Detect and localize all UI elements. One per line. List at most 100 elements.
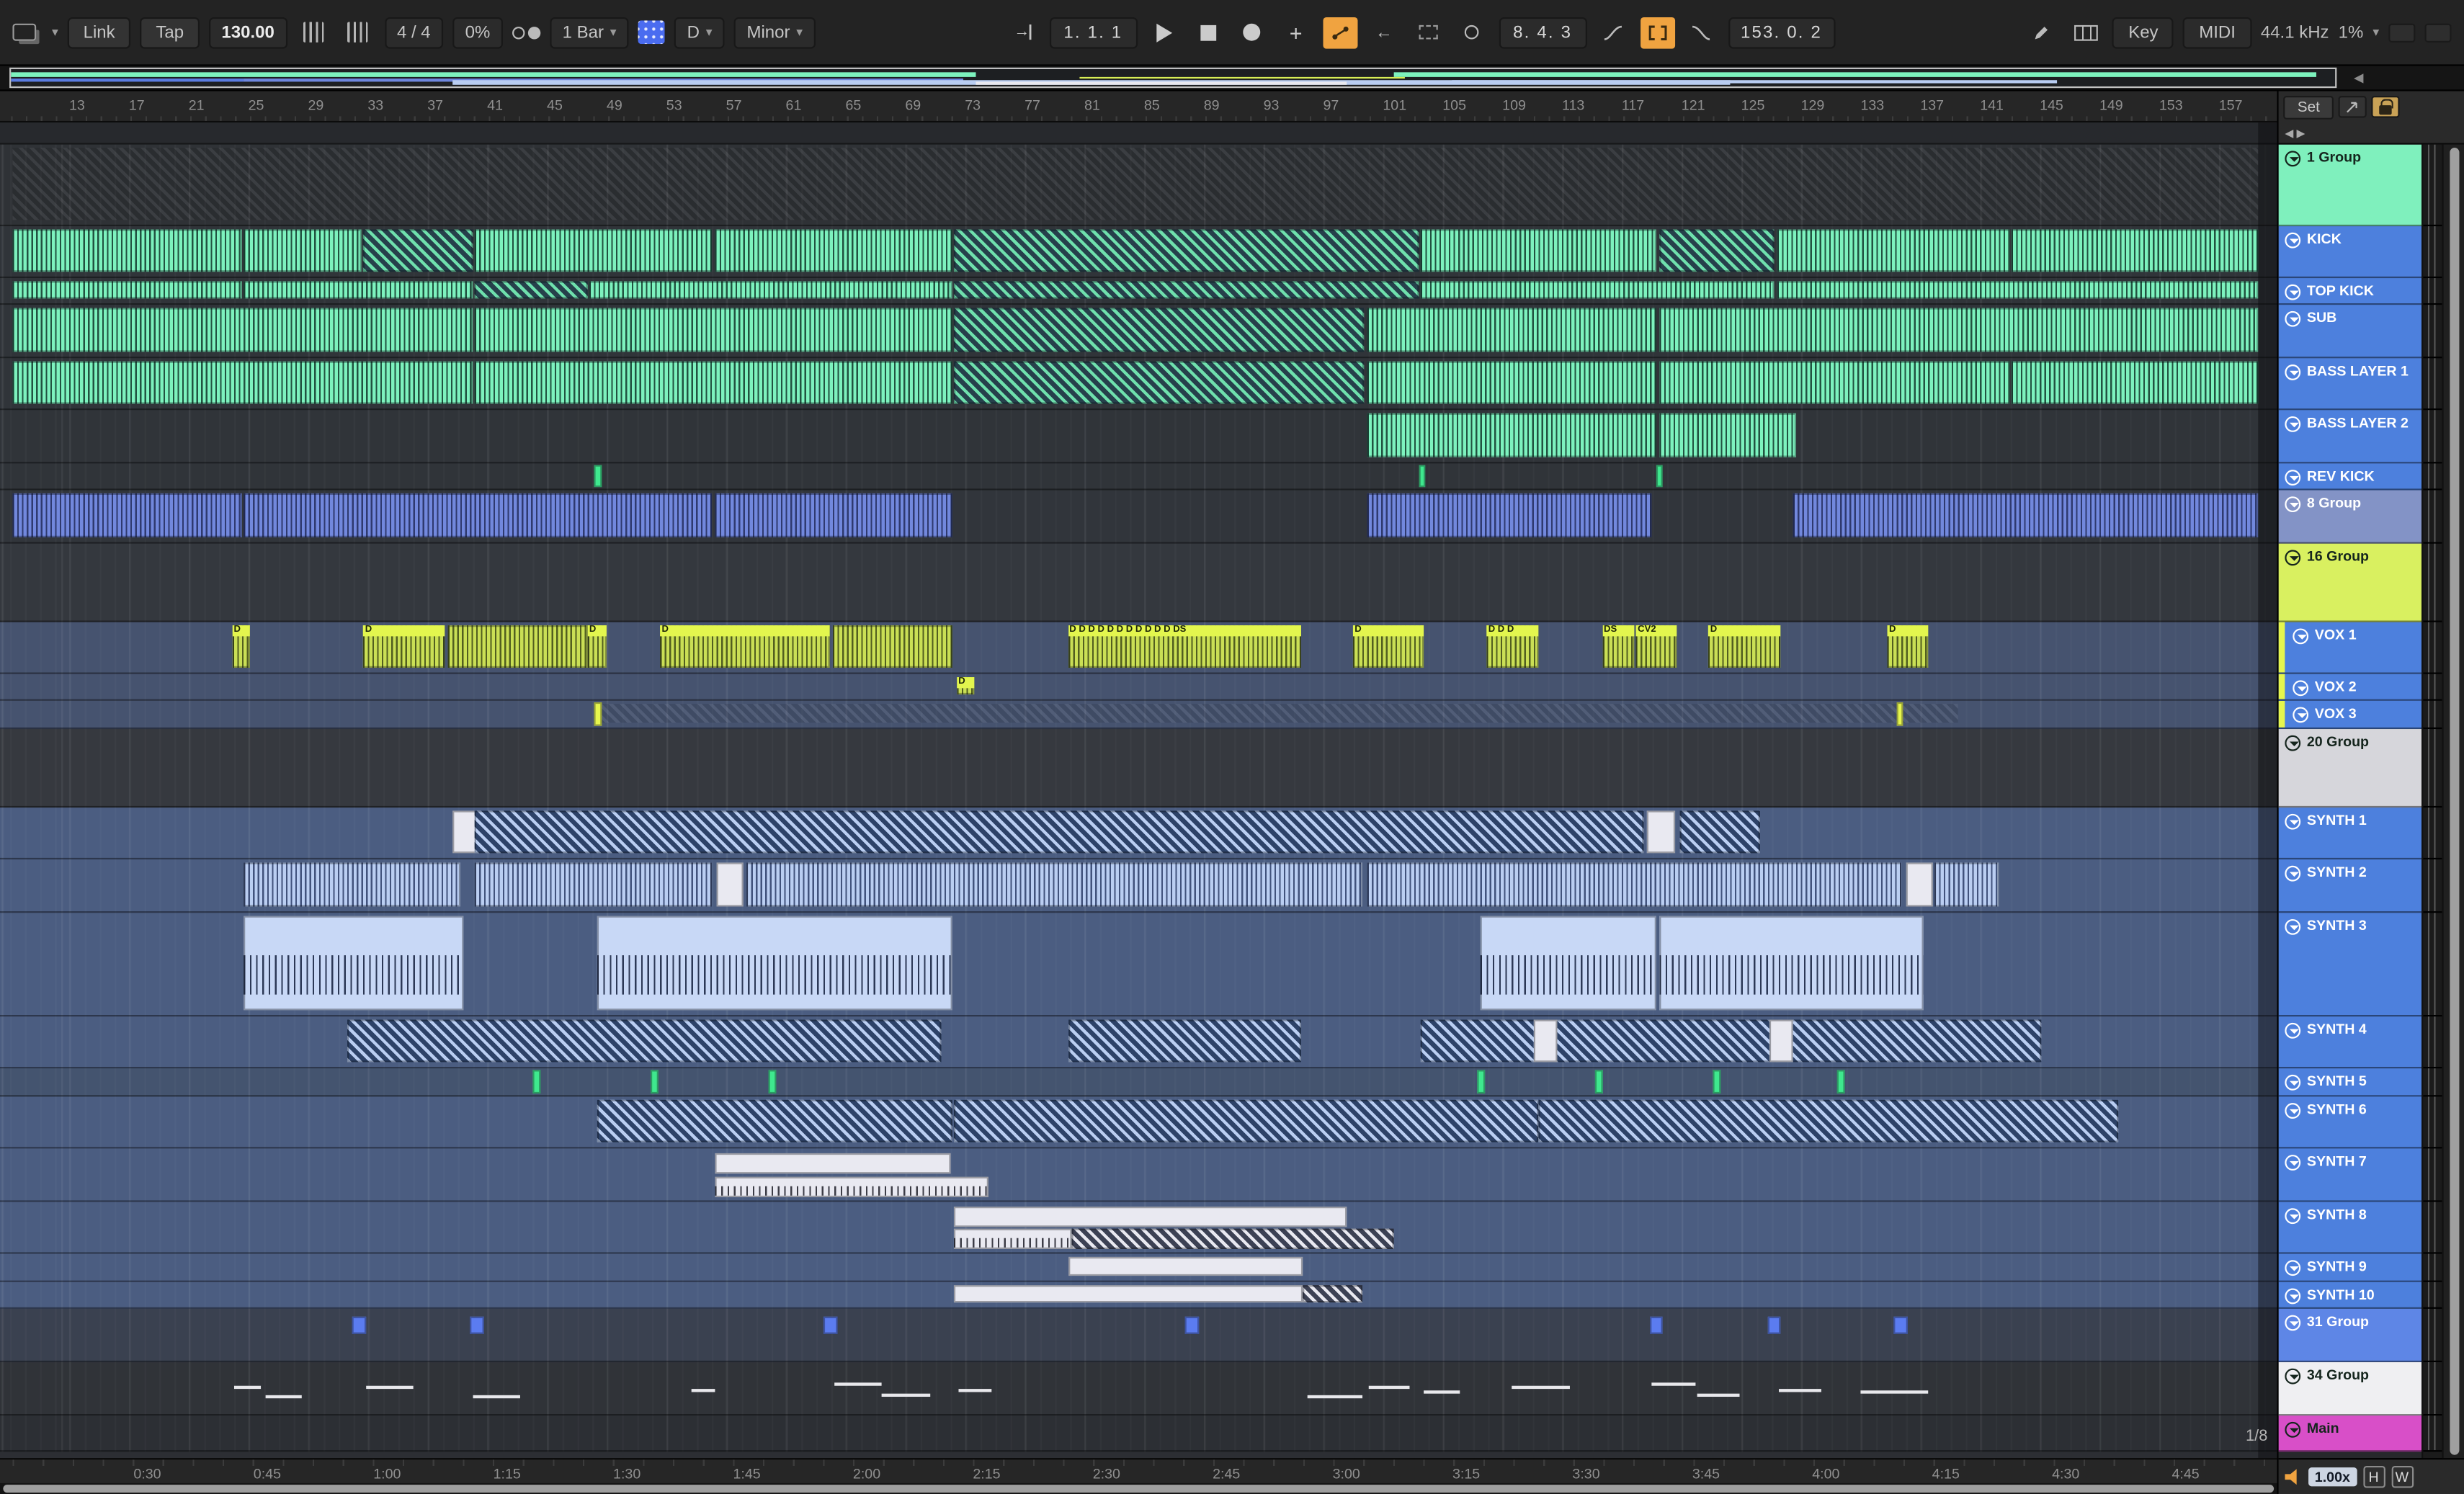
clip[interactable] (823, 1315, 837, 1335)
clip[interactable] (746, 862, 1362, 907)
clip[interactable] (1421, 229, 1657, 272)
clip[interactable]: D (1887, 625, 1929, 668)
fold-icon[interactable] (2285, 1368, 2301, 1385)
track-lane-synth-2[interactable] (0, 859, 2277, 913)
clip[interactable] (1366, 413, 1657, 457)
punch-position-display[interactable]: 8. 4. 3 (1499, 16, 1587, 48)
re-enable-automation-button[interactable]: ← (1367, 17, 1401, 48)
clip[interactable] (1421, 281, 1775, 299)
nudge-up-button[interactable] (340, 17, 375, 48)
track-lane-20-group[interactable] (0, 729, 2277, 808)
fade-out-icon[interactable] (1684, 17, 1718, 48)
computer-midi-keyboard-button[interactable] (2068, 17, 2103, 48)
clip[interactable] (834, 1382, 883, 1387)
fold-icon[interactable] (2285, 1288, 2301, 1305)
track-lane-synth-4[interactable] (0, 1016, 2277, 1069)
track-header-top-kick[interactable]: TOP KICK (2278, 278, 2422, 305)
track-lane-synth-9[interactable] (0, 1253, 2277, 1282)
clip[interactable] (954, 1206, 1347, 1227)
clip[interactable] (1185, 1315, 1200, 1335)
clip[interactable] (954, 229, 1419, 272)
track-lane-synth-3[interactable] (0, 913, 2277, 1017)
clip[interactable] (594, 704, 1958, 723)
track-header-16-group[interactable]: 16 Group (2278, 543, 2422, 622)
track-lane-bass-layer-1[interactable] (0, 358, 2277, 411)
clip[interactable] (1369, 1385, 1410, 1389)
clip[interactable] (959, 1388, 991, 1392)
clip[interactable] (714, 1176, 989, 1198)
clip[interactable] (716, 862, 744, 907)
track-header-8-group[interactable]: 8 Group (2278, 490, 2422, 544)
tempo-field[interactable]: 130.00 (208, 16, 287, 48)
clip[interactable] (954, 1099, 1539, 1142)
track-header-synth-4[interactable]: SYNTH 4 (2278, 1016, 2422, 1069)
track-header-vox-2[interactable]: VOX 2 (2278, 674, 2422, 701)
track-header-bass-layer-2[interactable]: BASS LAYER 2 (2278, 410, 2422, 464)
clip[interactable] (12, 361, 473, 404)
track-header-synth-3[interactable]: SYNTH 3 (2278, 913, 2422, 1017)
clip[interactable] (1068, 1256, 1303, 1276)
clip[interactable] (1659, 308, 2259, 352)
overview-viewport[interactable] (9, 67, 2337, 89)
fold-icon[interactable] (2285, 284, 2301, 300)
tap-tempo-button[interactable]: Tap (140, 16, 200, 48)
clip[interactable] (363, 229, 473, 272)
clip[interactable] (882, 1393, 930, 1397)
track-lane-synth-8[interactable] (0, 1202, 2277, 1254)
clip[interactable] (1534, 1019, 1557, 1063)
track-lane-vox-1[interactable]: D D D D D D D D D D D D D D D DS D D D D DS CV2 D… (0, 622, 2277, 674)
clip[interactable]: D (660, 625, 831, 668)
fold-icon[interactable] (2285, 1315, 2301, 1331)
clip[interactable] (1934, 862, 1999, 907)
record-button[interactable] (1235, 17, 1269, 48)
clip[interactable]: D (957, 677, 976, 695)
clip[interactable] (2012, 229, 2259, 272)
clip[interactable]: D D D D D D D D D D D DS (1068, 625, 1301, 668)
clip[interactable] (954, 1229, 1073, 1250)
clip[interactable]: DS (1602, 625, 1634, 668)
clip[interactable] (1423, 1390, 1460, 1394)
clip[interactable] (589, 281, 952, 299)
track-lane-vox-3[interactable] (0, 700, 2277, 730)
clip[interactable] (244, 229, 362, 272)
fold-icon[interactable] (2285, 918, 2301, 935)
clip[interactable] (1837, 1070, 1845, 1093)
capture-midi-button[interactable]: + (1279, 17, 1313, 48)
loop-length-display[interactable]: 153. 0. 2 (1728, 16, 1835, 48)
track-lane-8-group[interactable] (0, 490, 2277, 544)
track-lane-bass-layer-2[interactable] (0, 410, 2277, 464)
track-lane-34-group[interactable] (0, 1362, 2277, 1416)
optimize-height-button[interactable]: H (2362, 1465, 2385, 1488)
follow-button[interactable]: → | (1005, 17, 1040, 48)
clip[interactable]: D (587, 625, 606, 668)
clip[interactable]: D D D (1486, 625, 1539, 668)
clip[interactable] (1419, 465, 1426, 487)
track-header-synth-6[interactable]: SYNTH 6 (2278, 1096, 2422, 1149)
clip[interactable]: D (1353, 625, 1424, 668)
track-header-bass-layer-1[interactable]: BASS LAYER 1 (2278, 358, 2422, 411)
next-locator-button[interactable]: ▶ (2296, 127, 2305, 139)
stop-button[interactable] (1191, 17, 1226, 48)
overview-zoom-back-icon[interactable]: ◀ (2354, 71, 2363, 85)
clip[interactable] (1860, 1390, 1929, 1394)
clip[interactable] (234, 1385, 262, 1389)
clip[interactable] (1767, 1315, 1782, 1335)
time-signature-field[interactable]: 4 / 4 (384, 16, 444, 48)
track-lane-synth-10[interactable] (0, 1281, 2277, 1309)
clip[interactable] (1778, 1388, 1822, 1392)
optimize-width-button[interactable]: W (2391, 1465, 2414, 1488)
clip[interactable] (1776, 229, 2010, 272)
fold-icon[interactable] (2293, 680, 2309, 697)
arrangement-position-display[interactable]: 1. 1. 1 (1049, 16, 1138, 48)
clip[interactable] (597, 916, 952, 1011)
fold-icon[interactable] (2285, 1421, 2301, 1438)
clip[interactable] (1659, 361, 2010, 404)
clip[interactable] (1072, 1229, 1394, 1250)
bar-ruler[interactable]: 13 17 21 25 29 33 37 41 45 49 53 57 61 65 69 73 77 81 85 89… (0, 91, 2277, 123)
fold-icon[interactable] (2285, 1208, 2301, 1225)
quantize-menu[interactable]: 1 Bar ▾ (550, 16, 629, 48)
session-record-button[interactable] (1455, 17, 1489, 48)
clip[interactable] (2012, 361, 2259, 404)
clip[interactable] (12, 148, 2259, 220)
fold-icon[interactable] (2285, 364, 2301, 380)
